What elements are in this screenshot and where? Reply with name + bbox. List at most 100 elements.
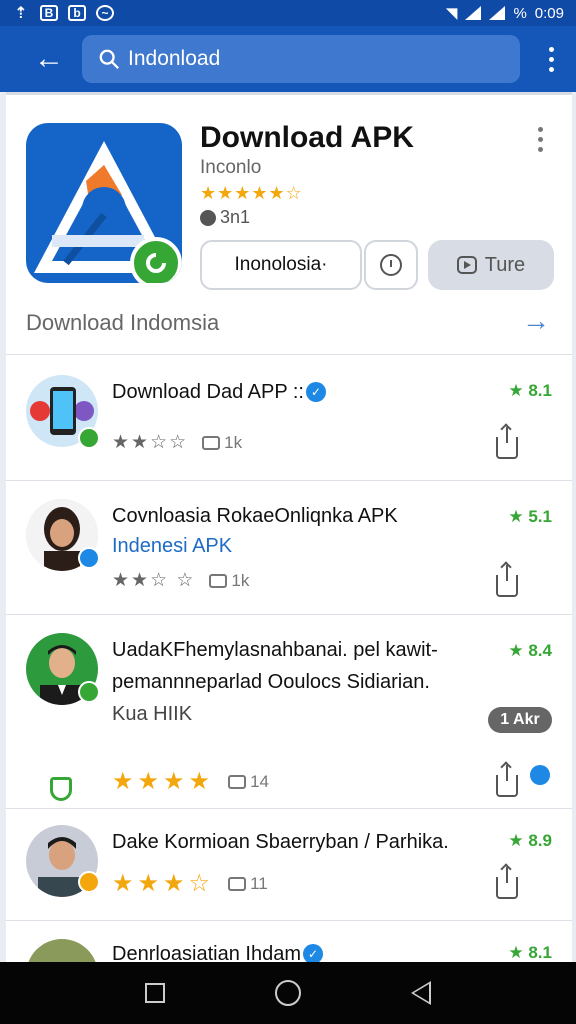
item-score: ★ 8.9	[508, 831, 552, 850]
app-developer: Inconlo	[200, 157, 262, 178]
dot-icon	[548, 66, 554, 72]
arrow-left-icon: ←	[34, 42, 64, 75]
info-icon	[200, 209, 216, 226]
clock: 0:09	[534, 4, 564, 22]
item-title: Dake Kormioan Sbaerryban / Parhika.	[112, 831, 449, 853]
system-nav-bar	[0, 962, 576, 1024]
item-count: 1k	[209, 571, 249, 591]
item-rating: ★★☆ ☆ 1k	[112, 569, 249, 592]
app-meta-text: 3n1	[220, 207, 251, 227]
app-bar: ← Indonload	[0, 26, 576, 92]
search-input[interactable]: Indonload	[82, 35, 520, 83]
back-nav-button[interactable]	[411, 981, 431, 1005]
item-count-text: 1k	[224, 432, 243, 452]
item-count: 1k	[202, 433, 242, 453]
comment-icon	[228, 774, 247, 789]
share-icon[interactable]	[496, 765, 518, 797]
notification-icons: ⇡ B b ~	[12, 5, 114, 22]
overflow-menu-button[interactable]	[536, 36, 566, 82]
section-link[interactable]: Download Indomsia	[26, 310, 219, 336]
comment-icon	[202, 435, 221, 450]
list-item[interactable]: Dake Kormioan Sbaerryban / Parhika. ★ 8.…	[6, 809, 572, 921]
dot-icon	[548, 46, 554, 52]
status-bar: ⇡ B b ~ ◥ % 0:09	[0, 0, 576, 26]
app-rating-stars: ★★★★★☆	[200, 183, 303, 203]
item-count: 14	[228, 772, 269, 792]
home-button[interactable]	[275, 980, 301, 1006]
language-button[interactable]: Inonolosia·	[200, 240, 362, 290]
item-count-text: 11	[250, 873, 268, 893]
item-title: Download Dad APP :: ✓	[112, 377, 326, 407]
messenger-icon: ~	[96, 5, 114, 21]
item-subtitle: Indenesi APK	[112, 535, 233, 557]
dot-icon	[538, 137, 543, 142]
featured-app-card[interactable]: Download APK Inconlo ★★★★★☆ 3n1 Inonolos…	[6, 95, 572, 355]
image-icon: B	[40, 5, 58, 21]
search-query: Indonload	[128, 47, 221, 70]
item-stars: ★★★★	[112, 768, 215, 795]
main-content: Download APK Inconlo ★★★★★☆ 3n1 Inonolos…	[6, 92, 572, 962]
item-rating: ★★☆☆ 1k	[112, 431, 242, 454]
clock-icon	[380, 254, 402, 276]
status-dot	[78, 681, 100, 703]
app-icon: b	[68, 5, 86, 21]
battery-label: %	[513, 4, 527, 22]
verified-icon: ✓	[303, 944, 323, 962]
item-title-text: Denrloasiatian Ihdam	[112, 943, 301, 962]
item-rating: ★★★★ 14	[112, 767, 269, 796]
wifi-icon: ◥	[445, 5, 458, 22]
app-meta: 3n1	[200, 207, 250, 228]
tune-button-label: Ture	[484, 253, 526, 276]
recents-button[interactable]	[145, 983, 165, 1003]
share-icon[interactable]	[496, 565, 518, 597]
ad-badge: 1 Akr	[488, 707, 552, 733]
dot-icon	[548, 56, 554, 62]
item-tagline: Kua HIIK	[112, 703, 193, 725]
item-title: UadaKFhemylasnahbanai. pel kawit-	[112, 639, 438, 661]
back-button[interactable]: ←	[26, 36, 72, 82]
item-description: pemannneparlad Ooulocs Sidiarian.	[112, 671, 430, 693]
list-item[interactable]: UadaKFhemylasnahbanai. pel kawit- pemann…	[6, 615, 572, 809]
item-score: ★ 8.4	[508, 641, 552, 660]
app-title: Download APK	[200, 121, 414, 154]
location-icon	[530, 765, 550, 785]
item-stars: ★★★☆	[112, 870, 215, 897]
dot-icon	[538, 127, 543, 132]
tune-button[interactable]: Ture	[428, 240, 554, 290]
item-title: Covnloasia RokaeOnliqnka APK	[112, 505, 398, 527]
signal-icon-2	[489, 6, 506, 20]
history-button[interactable]	[364, 240, 418, 290]
item-title: Denrloasiatian Ihdam ✓	[112, 939, 323, 962]
play-icon	[456, 256, 477, 274]
avatar	[26, 939, 98, 962]
list-item[interactable]: Covnloasia RokaeOnliqnka APK Indenesi AP…	[6, 481, 572, 615]
app-logo-icon	[26, 123, 182, 283]
verified-icon: ✓	[305, 382, 326, 402]
item-score: ★ 5.1	[508, 507, 552, 526]
item-count: 11	[228, 874, 268, 894]
list-item[interactable]: Denrloasiatian Ihdam ✓ ★ 8.1	[6, 921, 572, 962]
search-icon	[99, 49, 119, 69]
item-stars: ★★☆ ☆	[112, 570, 196, 591]
dot-icon	[538, 147, 543, 152]
item-rating: ★★★☆ 11	[112, 869, 268, 898]
arrow-right-icon[interactable]: →	[522, 305, 550, 337]
share-icon[interactable]	[496, 427, 518, 459]
usb-icon: ⇡	[14, 5, 28, 22]
item-stars: ★★☆☆	[112, 432, 189, 453]
shield-icon	[50, 777, 72, 801]
item-count-text: 14	[250, 771, 269, 791]
item-score: ★ 8.1	[508, 943, 552, 962]
signal-icon	[465, 6, 482, 20]
item-score: ★ 8.1	[508, 381, 552, 400]
list-item[interactable]: Download Dad APP :: ✓ ★ 8.1 ★★☆☆ 1k	[6, 355, 572, 481]
comment-icon	[228, 876, 247, 891]
share-icon[interactable]	[496, 867, 518, 899]
status-dot	[78, 547, 100, 569]
status-dot	[78, 871, 100, 893]
item-count-text: 1k	[231, 570, 250, 590]
comment-icon	[209, 573, 228, 588]
app-more-button[interactable]	[538, 127, 543, 152]
status-dot	[78, 427, 100, 449]
item-title-text: Download Dad APP ::	[112, 381, 304, 403]
